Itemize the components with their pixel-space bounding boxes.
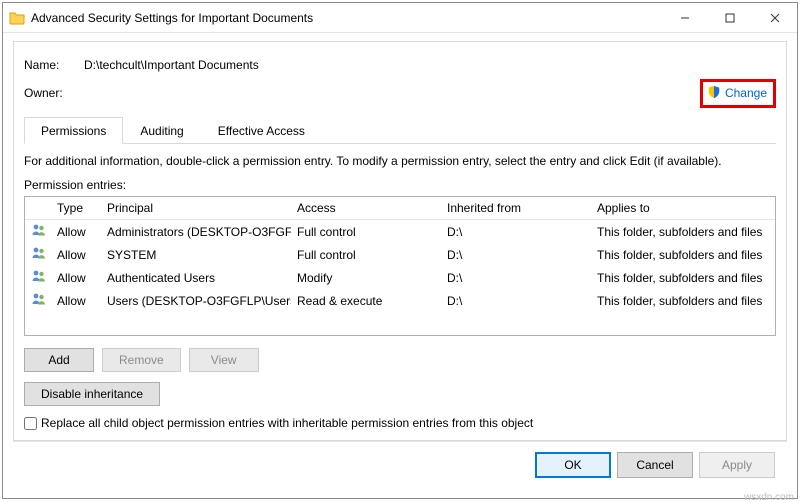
cell-inherited: D:\ — [441, 223, 591, 241]
watermark: wsxdn.com — [744, 492, 794, 503]
col-type[interactable]: Type — [51, 197, 101, 219]
replace-label: Replace all child object permission entr… — [41, 416, 533, 430]
shield-icon — [707, 85, 721, 102]
col-access[interactable]: Access — [291, 197, 441, 219]
cell-access: Modify — [291, 269, 441, 287]
properties-area: Name: D:\techcult\Important Documents Ow… — [14, 42, 786, 110]
name-value: D:\techcult\Important Documents — [84, 58, 776, 72]
table-row[interactable]: AllowUsers (DESKTOP-O3FGFLP\Users)Read &… — [25, 289, 775, 312]
maximize-button[interactable] — [707, 3, 752, 33]
cell-type: Allow — [51, 292, 101, 310]
view-button[interactable]: View — [189, 348, 259, 372]
replace-checkbox[interactable] — [24, 417, 37, 430]
table-row[interactable]: AllowAdministrators (DESKTOP-O3FGF...Ful… — [25, 220, 775, 243]
cell-type: Allow — [51, 246, 101, 264]
ok-button[interactable]: OK — [535, 452, 611, 478]
users-icon — [31, 222, 47, 238]
cell-applies: This folder, subfolders and files — [591, 246, 775, 264]
col-principal[interactable]: Principal — [101, 197, 291, 219]
content: Name: D:\techcult\Important Documents Ow… — [3, 33, 797, 498]
tab-permissions[interactable]: Permissions — [24, 117, 123, 144]
tab-body: For additional information, double-click… — [14, 144, 786, 440]
remove-button[interactable]: Remove — [102, 348, 181, 372]
cancel-button[interactable]: Cancel — [617, 452, 693, 478]
info-text: For additional information, double-click… — [24, 154, 776, 168]
table-row[interactable]: AllowSYSTEMFull controlD:\This folder, s… — [25, 243, 775, 266]
dialog-footer: OK Cancel Apply — [13, 441, 787, 488]
cell-access: Read & execute — [291, 292, 441, 310]
tab-auditing[interactable]: Auditing — [123, 117, 200, 144]
cell-type: Allow — [51, 269, 101, 287]
name-label: Name: — [24, 58, 84, 72]
change-owner-link[interactable]: Change — [707, 85, 767, 102]
change-link-label: Change — [725, 86, 767, 100]
cell-principal: Administrators (DESKTOP-O3FGF... — [101, 223, 291, 241]
cell-applies: This folder, subfolders and files — [591, 269, 775, 287]
users-icon — [31, 245, 47, 261]
entries-label: Permission entries: — [24, 178, 776, 192]
grid-header: Type Principal Access Inherited from App… — [25, 197, 775, 220]
close-button[interactable] — [752, 3, 797, 33]
main-panel: Name: D:\techcult\Important Documents Ow… — [13, 41, 787, 441]
col-applies[interactable]: Applies to — [591, 197, 775, 219]
cell-inherited: D:\ — [441, 246, 591, 264]
cell-inherited: D:\ — [441, 269, 591, 287]
minimize-button[interactable] — [662, 3, 707, 33]
window-frame: Advanced Security Settings for Important… — [2, 2, 798, 499]
change-highlight: Change — [700, 79, 776, 108]
table-row[interactable]: AllowAuthenticated UsersModifyD:\This fo… — [25, 266, 775, 289]
window-title: Advanced Security Settings for Important… — [31, 11, 662, 25]
cell-principal: Authenticated Users — [101, 269, 291, 287]
users-icon — [31, 268, 47, 284]
owner-label: Owner: — [24, 86, 84, 100]
titlebar: Advanced Security Settings for Important… — [3, 3, 797, 33]
cell-access: Full control — [291, 246, 441, 264]
add-button[interactable]: Add — [24, 348, 94, 372]
apply-button[interactable]: Apply — [699, 452, 775, 478]
cell-applies: This folder, subfolders and files — [591, 292, 775, 310]
users-icon — [31, 291, 47, 307]
cell-principal: Users (DESKTOP-O3FGFLP\Users) — [101, 292, 291, 310]
disable-inheritance-button[interactable]: Disable inheritance — [24, 382, 160, 406]
tabstrip: Permissions Auditing Effective Access — [24, 116, 776, 144]
col-inherited[interactable]: Inherited from — [441, 197, 591, 219]
permissions-grid[interactable]: Type Principal Access Inherited from App… — [24, 196, 776, 336]
cell-type: Allow — [51, 223, 101, 241]
replace-checkbox-row[interactable]: Replace all child object permission entr… — [24, 416, 776, 430]
cell-inherited: D:\ — [441, 292, 591, 310]
tab-effective-access[interactable]: Effective Access — [201, 117, 322, 144]
cell-principal: SYSTEM — [101, 246, 291, 264]
cell-access: Full control — [291, 223, 441, 241]
cell-applies: This folder, subfolders and files — [591, 223, 775, 241]
folder-icon — [9, 10, 25, 26]
